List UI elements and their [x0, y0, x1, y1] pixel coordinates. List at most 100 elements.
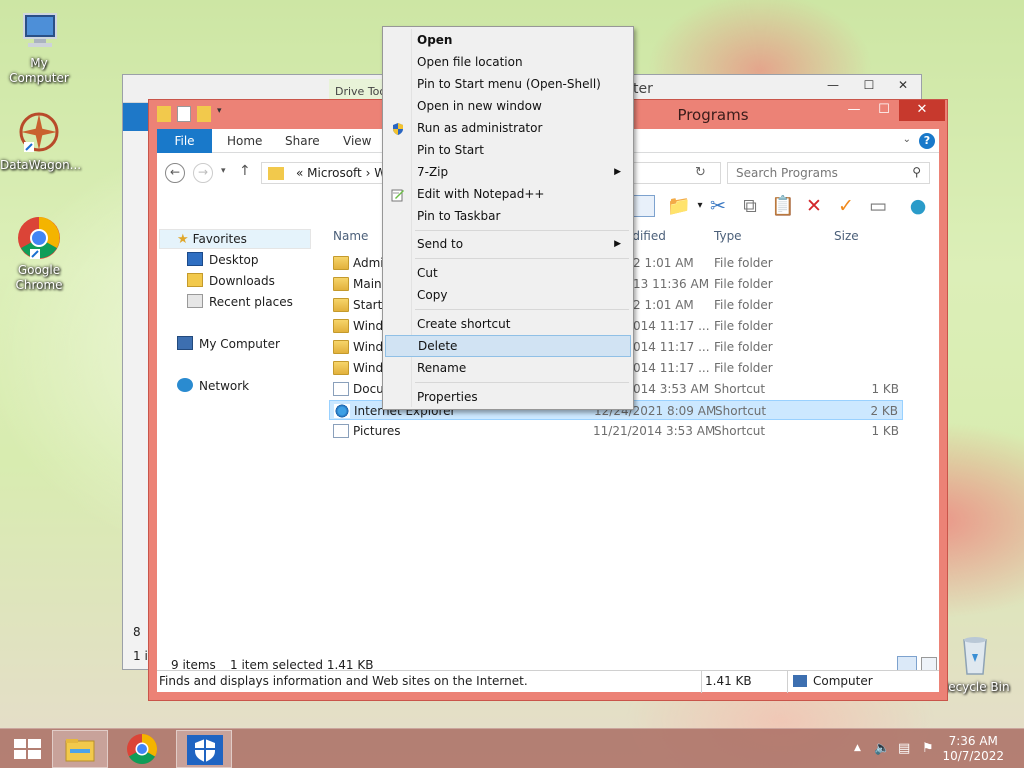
item-description: Finds and displays information and Web s…	[159, 674, 528, 688]
item-size: 1.41 KB	[705, 674, 752, 688]
nav-item-recent-places[interactable]: Recent places	[187, 292, 293, 312]
menu-separator	[415, 230, 629, 231]
column-header-name[interactable]: Name	[333, 229, 368, 249]
folder-options-icon[interactable]: 📁	[667, 195, 691, 217]
network-icon[interactable]: ▤	[898, 741, 910, 756]
forward-button[interactable]: →	[193, 163, 213, 183]
nav-item-favorites[interactable]: ★ Favorites	[177, 229, 247, 249]
file-type: Shortcut	[714, 424, 766, 438]
back-button[interactable]: ←	[165, 163, 185, 183]
taskbar-security-app[interactable]	[176, 730, 232, 768]
action-center-icon[interactable]: ⚑	[922, 741, 934, 756]
menu-item-send-to[interactable]: Send to ▶	[385, 233, 631, 255]
refresh-icon[interactable]: ↻	[695, 165, 706, 180]
volume-muted-icon[interactable]: 🔈	[874, 741, 890, 756]
help-icon[interactable]: ?	[919, 133, 935, 149]
file-type: File folder	[714, 340, 773, 354]
menu-item-cut[interactable]: Cut	[385, 262, 631, 284]
shortcut-icon	[333, 382, 349, 396]
chrome-icon	[127, 734, 158, 765]
menu-item-pin-to-start[interactable]: Pin to Start	[385, 139, 631, 161]
tab-view[interactable]: View	[329, 129, 385, 153]
menu-item-open-new-window[interactable]: Open in new window	[385, 95, 631, 117]
windows-logo-icon	[14, 739, 41, 759]
file-name: Docu	[353, 382, 384, 396]
tab-share[interactable]: Share	[271, 129, 334, 153]
tab-file[interactable]: File	[157, 129, 212, 153]
menu-item-edit-notepadpp[interactable]: Edit with Notepad++	[385, 183, 631, 205]
close-button[interactable]: ✕	[899, 100, 945, 121]
show-hidden-icons-icon[interactable]: ▲	[854, 743, 861, 753]
menu-separator	[415, 309, 629, 310]
nav-item-downloads[interactable]: Downloads	[187, 271, 275, 291]
item-location: Computer	[813, 674, 873, 688]
folder-icon	[333, 256, 349, 270]
rename-icon[interactable]: ▭	[867, 195, 889, 217]
taskbar-file-explorer[interactable]	[52, 730, 108, 768]
delete-icon[interactable]: ✕	[803, 195, 825, 217]
submenu-arrow-icon: ▶	[614, 167, 621, 177]
desktop-icon-google-chrome[interactable]: Google Chrome	[0, 215, 78, 293]
menu-item-pin-start-menu[interactable]: Pin to Start menu (Open-Shell)	[385, 73, 631, 95]
minimize-button[interactable]: —	[839, 100, 869, 121]
nav-label: Network	[199, 379, 250, 393]
menu-item-run-as-admin[interactable]: Run as administrator	[385, 117, 631, 139]
clock[interactable]: 7:36 AM 10/7/2022	[942, 734, 1004, 764]
shortcut-icon	[333, 424, 349, 438]
menu-separator	[415, 382, 629, 383]
menu-item-copy[interactable]: Copy	[385, 284, 631, 306]
file-modified: 11/21/2014 3:53 AM	[593, 424, 716, 438]
tab-home[interactable]: Home	[213, 129, 276, 153]
nav-item-desktop[interactable]: Desktop	[187, 250, 259, 270]
background-window-title: ter	[633, 81, 653, 97]
menu-item-delete[interactable]: Delete	[385, 335, 631, 357]
nav-label: Desktop	[209, 253, 259, 267]
view-pane-icon[interactable]	[633, 195, 655, 217]
folder-icon	[333, 298, 349, 312]
nav-item-network[interactable]: Network	[177, 376, 249, 396]
desktop-icon-datawagon[interactable]: DataWagon...	[0, 110, 82, 173]
minimize-button[interactable]: —	[815, 75, 851, 97]
taskbar-chrome[interactable]	[114, 730, 170, 768]
column-header-type[interactable]: Type	[714, 229, 742, 249]
copy-icon[interactable]: ⧉	[739, 195, 761, 217]
up-button[interactable]: ↑	[239, 163, 251, 179]
start-button[interactable]	[0, 730, 56, 768]
file-type: File folder	[714, 256, 773, 270]
menu-item-create-shortcut[interactable]: Create shortcut	[385, 313, 631, 335]
menu-item-properties[interactable]: Properties	[385, 386, 631, 408]
nav-label: Downloads	[209, 274, 275, 288]
cut-icon[interactable]: ✂	[707, 195, 729, 217]
info-divider	[701, 671, 702, 693]
maximize-button[interactable]: ☐	[869, 100, 899, 121]
close-button[interactable]: ✕	[885, 75, 921, 97]
context-menu: Open Open file location Pin to Start men…	[382, 26, 634, 410]
shell-icon[interactable]: ●	[907, 195, 929, 217]
file-name: Wind	[353, 319, 384, 333]
clock-time: 7:36 AM	[948, 734, 998, 748]
paste-icon[interactable]: 📋	[771, 195, 795, 217]
desktop-icon-label: Google Chrome	[15, 263, 63, 292]
menu-item-open-file-location[interactable]: Open file location	[385, 51, 631, 73]
menu-item-rename[interactable]: Rename	[385, 357, 631, 379]
menu-item-open[interactable]: Open	[385, 29, 631, 51]
large-icons-view-button[interactable]	[921, 657, 937, 671]
file-type: File folder	[714, 277, 773, 291]
collapse-ribbon-icon[interactable]: ⌄	[903, 134, 911, 145]
maximize-button[interactable]: ☐	[851, 75, 887, 97]
desktop-icon-my-computer[interactable]: My Computer	[0, 8, 78, 86]
recent-locations-icon[interactable]: ▾	[221, 166, 226, 176]
nav-label: Favorites	[192, 232, 247, 246]
file-row[interactable]: Pictures 11/21/2014 3:53 AM Shortcut 1 K…	[329, 421, 903, 441]
file-size: 1 KB	[871, 382, 899, 396]
desktop-icon-label: DataWagon...	[0, 158, 82, 172]
menu-item-7zip[interactable]: 7-Zip ▶	[385, 161, 631, 183]
address-path: « Microsoft › W	[296, 166, 387, 180]
internet-explorer-icon	[334, 404, 350, 418]
navigation-pane: ★ Favorites Desktop Downloads Recent plac…	[157, 225, 315, 666]
check-icon[interactable]: ✓	[835, 195, 857, 217]
column-header-size[interactable]: Size	[834, 229, 859, 249]
nav-item-my-computer[interactable]: My Computer	[177, 334, 280, 354]
search-input[interactable]: Search Programs ⚲	[727, 162, 930, 184]
menu-item-pin-to-taskbar[interactable]: Pin to Taskbar	[385, 205, 631, 227]
